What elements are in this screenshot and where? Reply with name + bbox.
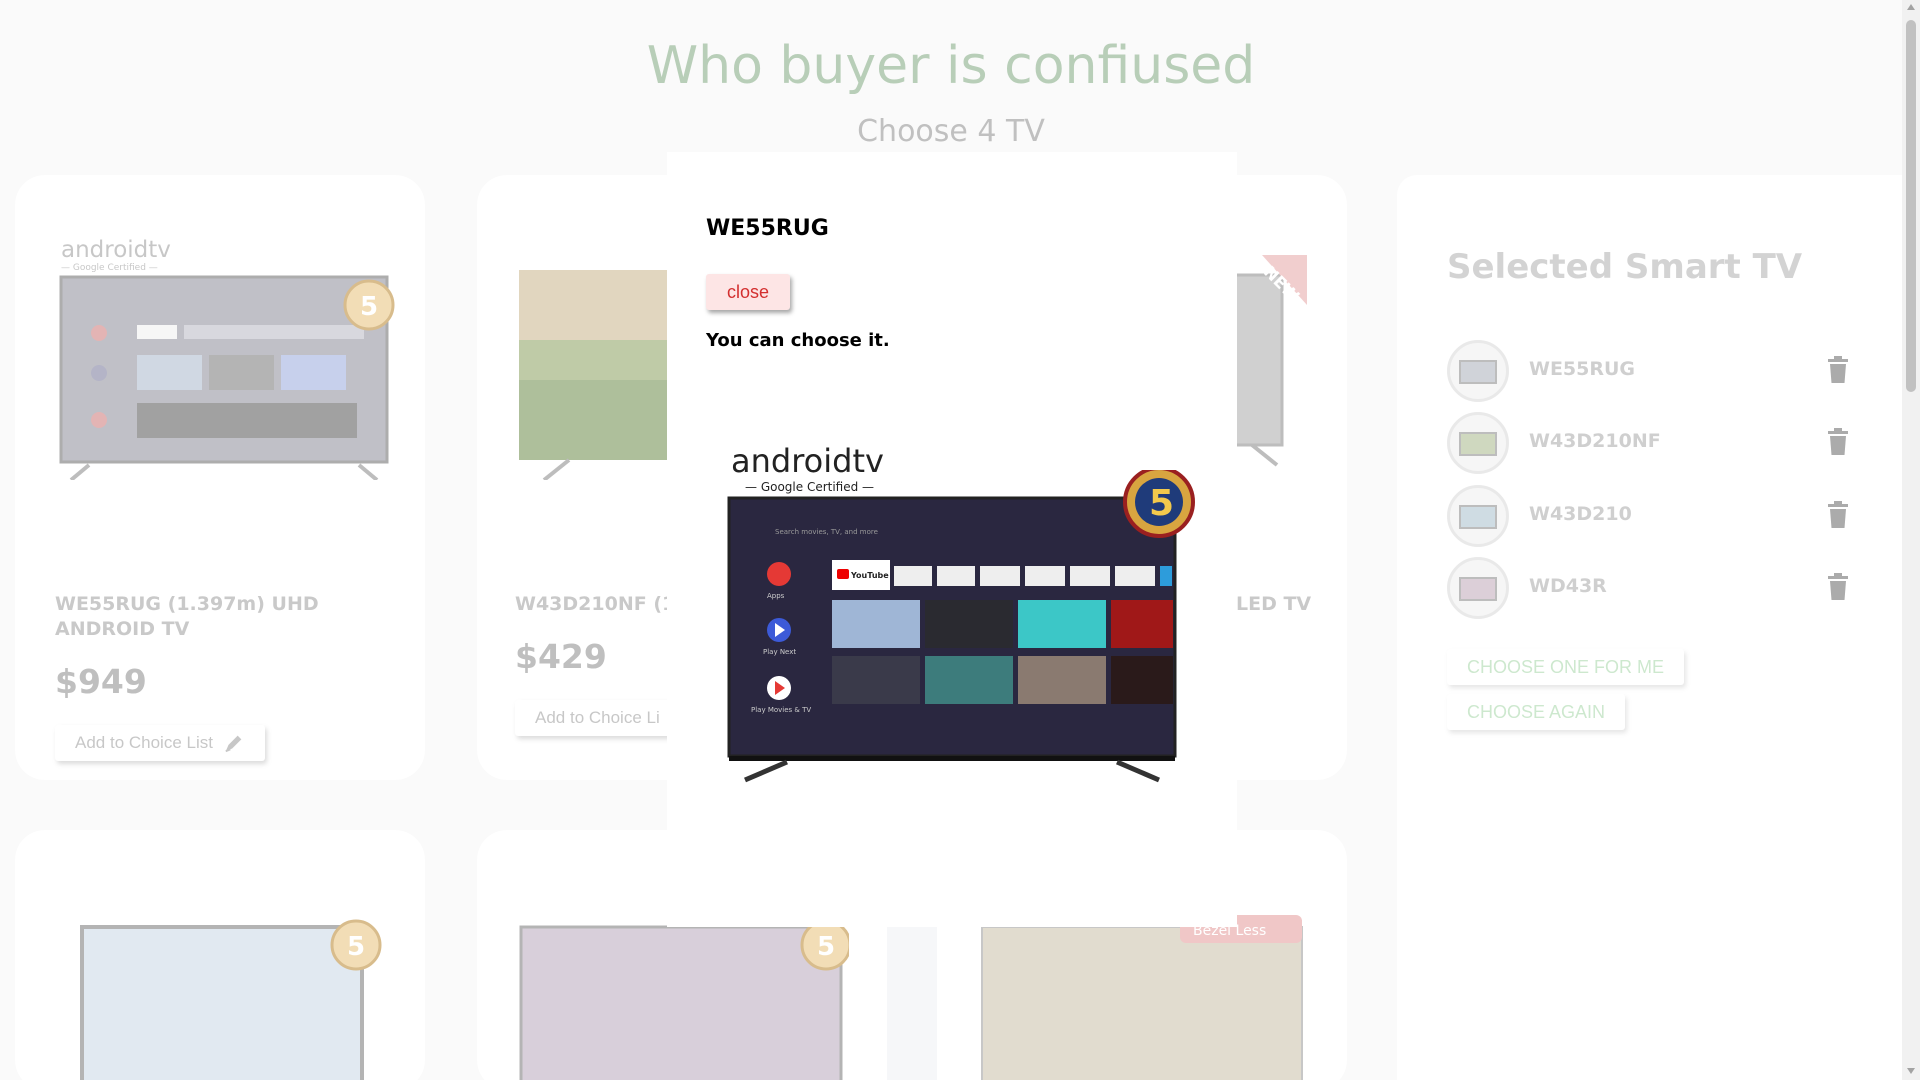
close-button[interactable]: close [706, 274, 790, 310]
vertical-scrollbar[interactable] [1902, 0, 1920, 1080]
product-modal: WE55RUG close You can choose it. android… [667, 152, 1237, 927]
scroll-up-icon[interactable] [1907, 4, 1915, 10]
modal-message: You can choose it. [706, 330, 890, 351]
app-play-movies: Play Movies & TV [751, 706, 811, 714]
scroll-down-icon[interactable] [1907, 1068, 1915, 1074]
app-apps: Apps [767, 592, 785, 600]
app-play-next: Play Next [763, 648, 796, 656]
modal-guarantee-badge-text: 5 [1149, 483, 1174, 524]
app-youtube: YouTube [850, 571, 889, 580]
scroll-thumb[interactable] [1906, 20, 1916, 392]
modal-title: WE55RUG [706, 216, 829, 241]
modal-product-image: Search movies, TV, and more Apps Play Ne… [727, 470, 1195, 783]
svg-text:Search movies, TV, and more: Search movies, TV, and more [775, 528, 878, 536]
